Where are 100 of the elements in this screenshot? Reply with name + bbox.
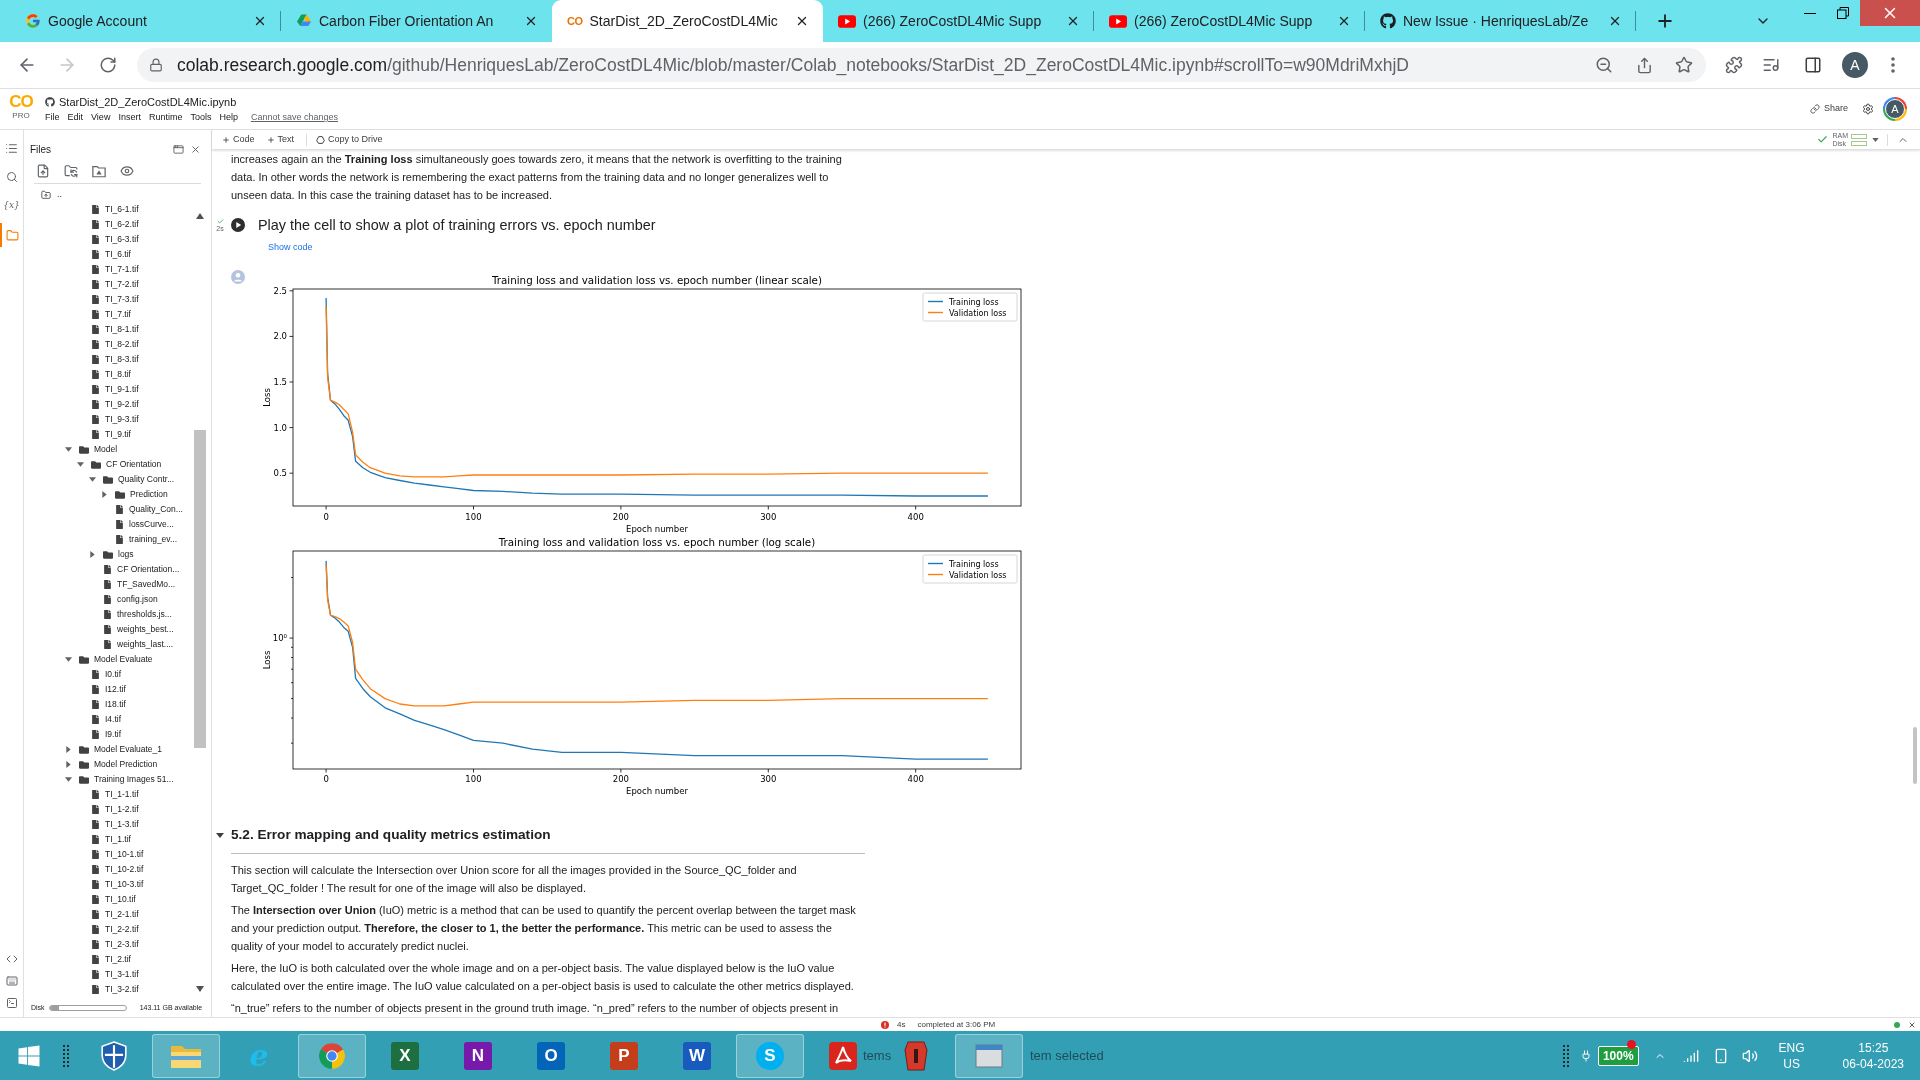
tree-item[interactable]: TI_7.tif: [24, 307, 193, 322]
menu-item[interactable]: Edit: [67, 111, 84, 123]
tree-item[interactable]: TF_SavedMo...: [24, 577, 193, 592]
browser-tab[interactable]: Google Account: [10, 0, 281, 42]
profile-avatar[interactable]: A: [1842, 52, 1868, 78]
tree-item[interactable]: TI_1.tif: [24, 832, 193, 847]
tree-item[interactable]: TI_8.tif: [24, 367, 193, 382]
close-button[interactable]: [190, 143, 201, 155]
browser-tab[interactable]: Carbon Fiber Orientation An: [281, 0, 552, 42]
close-button[interactable]: [1908, 1020, 1916, 1029]
tree-item[interactable]: TI_10-1.tif: [24, 847, 193, 862]
notebook-title[interactable]: StarDist_2D_ZeroCostDL4Mic.ipynb: [59, 95, 237, 109]
caret-down-icon[interactable]: [64, 656, 72, 663]
tree-item[interactable]: lossCurve...: [24, 517, 193, 532]
tree-item[interactable]: TI_2.tif: [24, 952, 193, 967]
menu-item[interactable]: Tools: [190, 111, 212, 123]
caret-right-icon[interactable]: [64, 746, 72, 753]
tree-item[interactable]: I18.tif: [24, 697, 193, 712]
tree-item[interactable]: TI_3-2.tif: [24, 982, 193, 997]
tree-item[interactable]: TI_7-1.tif: [24, 262, 193, 277]
taskbar-button[interactable]: X: [371, 1033, 439, 1078]
account-avatar[interactable]: A: [1883, 97, 1907, 121]
show-hidden-button[interactable]: [120, 164, 134, 178]
caret-down-icon[interactable]: [64, 446, 72, 453]
tree-item[interactable]: weights_last....: [24, 637, 193, 652]
share-button[interactable]: Share: [1809, 102, 1848, 116]
tree-item[interactable]: Model: [24, 442, 193, 457]
tree-item[interactable]: Quality_Con...: [24, 502, 193, 517]
tree-item[interactable]: TI_3-1.tif: [24, 967, 193, 982]
tree-item[interactable]: TI_10-3.tif: [24, 877, 193, 892]
tree-item[interactable]: weights_best...: [24, 622, 193, 637]
tree-item[interactable]: CF Orientation: [24, 457, 193, 472]
tree-item[interactable]: TI_2-3.tif: [24, 937, 193, 952]
tree-item[interactable]: TI_8-3.tif: [24, 352, 193, 367]
caret-right-icon[interactable]: [64, 761, 72, 768]
browser-tab[interactable]: (266) ZeroCostDL4Mic Supp: [823, 0, 1094, 42]
menu-item[interactable]: View: [91, 111, 111, 123]
tree-item[interactable]: TI_1-1.tif: [24, 787, 193, 802]
settings-button[interactable]: [1862, 103, 1874, 115]
tree-item[interactable]: Prediction: [24, 487, 193, 502]
caret-down-icon[interactable]: [64, 776, 72, 783]
tree-item[interactable]: I4.tif: [24, 712, 193, 727]
caret-down-icon[interactable]: [88, 476, 96, 483]
network-button[interactable]: [1682, 1047, 1699, 1064]
tree-item[interactable]: I9.tif: [24, 727, 193, 742]
show-code-link[interactable]: Show code: [268, 241, 313, 253]
menu-item[interactable]: Insert: [118, 111, 141, 123]
taskbar-button[interactable]: [298, 1033, 366, 1078]
volume-button[interactable]: [1741, 1047, 1758, 1064]
runtime-dropdown[interactable]: [1872, 137, 1879, 142]
tree-item[interactable]: Model Prediction: [24, 757, 193, 772]
tree-item[interactable]: TI_6-1.tif: [24, 202, 193, 217]
save-notice-link[interactable]: Cannot save changes: [250, 111, 338, 123]
caret-right-icon[interactable]: [88, 551, 96, 558]
tree-item[interactable]: TI_1-3.tif: [24, 817, 193, 832]
tree-item[interactable]: TI_2-2.tif: [24, 922, 193, 937]
popout-button[interactable]: [173, 143, 184, 155]
scroll-down-icon[interactable]: [196, 986, 204, 992]
browser-tab[interactable]: (266) ZeroCostDL4Mic Supp: [1094, 0, 1365, 42]
tree-item[interactable]: I12.tif: [24, 682, 193, 697]
mount-drive-button[interactable]: [92, 164, 106, 178]
tree-item[interactable]: TI_6-3.tif: [24, 232, 193, 247]
tree-item[interactable]: TI_8-1.tif: [24, 322, 193, 337]
browser-tab[interactable]: CO StarDist_2D_ZeroCostDL4Mic: [552, 0, 823, 42]
tree-item[interactable]: CF Orientation...: [24, 562, 193, 577]
insert-button[interactable]: Code: [222, 130, 255, 149]
upload-button[interactable]: [36, 164, 50, 178]
tree-item[interactable]: TI_10-2.tif: [24, 862, 193, 877]
tree-item[interactable]: Quality Contr...: [24, 472, 193, 487]
tree-item[interactable]: I0.tif: [24, 667, 193, 682]
copy-to-drive-button[interactable]: Copy to Drive: [316, 130, 383, 149]
tree-item[interactable]: config.json: [24, 592, 193, 607]
power-button[interactable]: [1579, 1049, 1592, 1062]
variables-button[interactable]: {x}: [0, 194, 23, 218]
tree-item[interactable]: TI_9-1.tif: [24, 382, 193, 397]
tree-item[interactable]: TI_1-2.tif: [24, 802, 193, 817]
tree-item[interactable]: training_ev...: [24, 532, 193, 547]
tree-item[interactable]: TI_7-2.tif: [24, 277, 193, 292]
tree-item[interactable]: TI_6-2.tif: [24, 217, 193, 232]
taskbar-button[interactable]: W: [663, 1033, 731, 1078]
scrollbar-thumb[interactable]: [1913, 727, 1917, 784]
caret-down-icon[interactable]: [76, 461, 84, 468]
tree-item[interactable]: TI_7-3.tif: [24, 292, 193, 307]
scroll-up-icon[interactable]: [196, 213, 204, 219]
run-cell-button[interactable]: [231, 218, 245, 232]
tree-item[interactable]: thresholds.js...: [24, 607, 193, 622]
menu-item[interactable]: Runtime: [148, 111, 183, 123]
taskbar-button[interactable]: [955, 1033, 1023, 1078]
taskbar-button[interactable]: N: [444, 1033, 512, 1078]
taskbar-button[interactable]: O: [517, 1033, 585, 1078]
menu-item[interactable]: File: [45, 111, 60, 123]
tree-item[interactable]: TI_2-1.tif: [24, 907, 193, 922]
refresh-button[interactable]: [64, 164, 78, 178]
tree-item[interactable]: TI_8-2.tif: [24, 337, 193, 352]
tree-item[interactable]: TI_9-3.tif: [24, 412, 193, 427]
caret-down-icon[interactable]: [216, 831, 224, 839]
menu-item[interactable]: Help: [219, 111, 238, 123]
taskbar-button[interactable]: P: [590, 1033, 658, 1078]
parent-folder-item[interactable]: ..: [24, 188, 211, 202]
tree-item[interactable]: TI_6.tif: [24, 247, 193, 262]
